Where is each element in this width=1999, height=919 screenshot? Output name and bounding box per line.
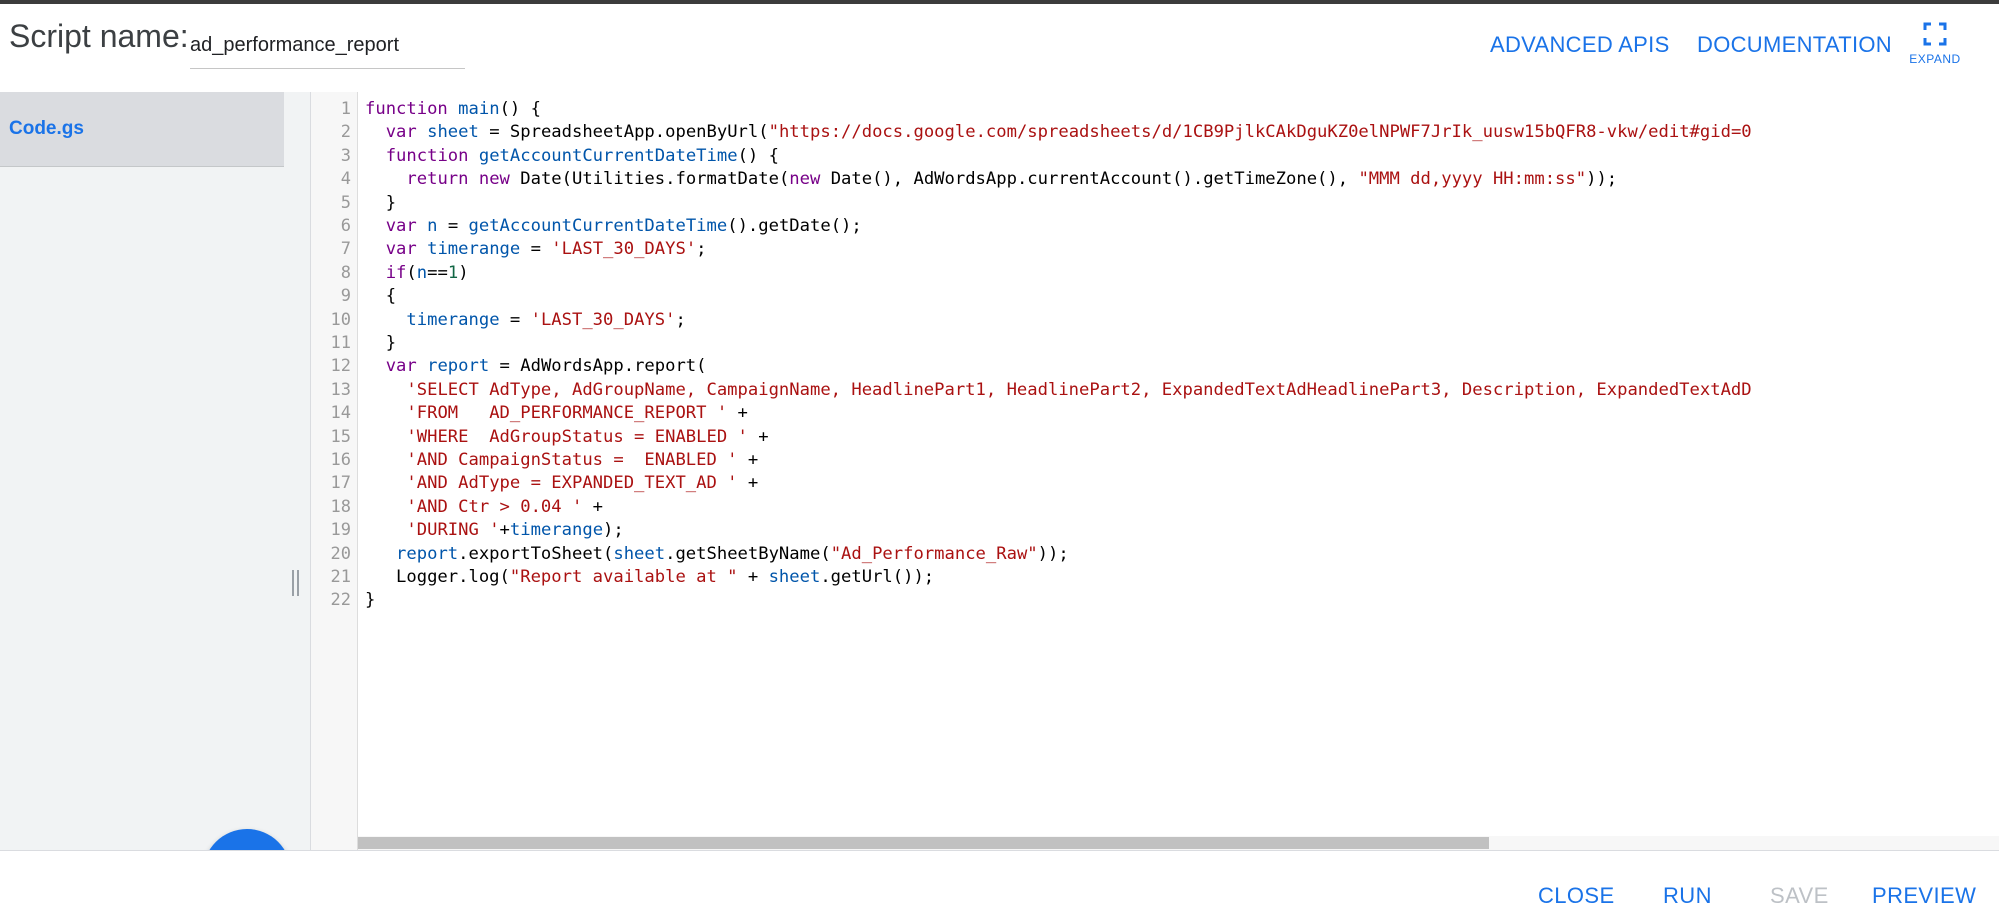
code-line[interactable]: Logger.log("Report available at " + shee…: [365, 566, 934, 589]
horizontal-scrollbar-thumb[interactable]: [358, 837, 1489, 849]
line-number: 19: [330, 520, 351, 541]
script-name-input[interactable]: ad_performance_report: [190, 28, 465, 69]
footer-bar: CLOSE RUN SAVE PREVIEW: [0, 850, 1999, 919]
code-line[interactable]: 'AND CampaignStatus = ENABLED ' +: [365, 449, 758, 472]
line-number: 22: [330, 590, 351, 611]
line-number: 3: [340, 145, 351, 166]
code-line[interactable]: report.exportToSheet(sheet.getSheetByNam…: [365, 543, 1069, 566]
expand-button[interactable]: EXPAND: [1905, 22, 1965, 66]
code-line[interactable]: 'AND Ctr > 0.04 ' +: [365, 496, 603, 519]
documentation-button[interactable]: DOCUMENTATION: [1697, 32, 1892, 58]
line-number: 9: [340, 286, 351, 307]
code-line[interactable]: 'DURING '+timerange);: [365, 519, 623, 542]
line-number: 2: [340, 122, 351, 143]
code-line[interactable]: 'WHERE AdGroupStatus = ENABLED ' +: [365, 426, 768, 449]
run-button[interactable]: RUN: [1663, 883, 1712, 909]
line-number-gutter: 1 2 3 4 5 6 7 8 9 10 11 12 13 14 15 16 17 18 19 20 21 22: [311, 92, 358, 850]
code-line[interactable]: function main() {: [365, 98, 541, 121]
line-number: 5: [340, 192, 351, 213]
code-line[interactable]: var timerange = 'LAST_30_DAYS';: [365, 238, 707, 261]
fullscreen-icon: [1923, 22, 1947, 46]
line-number: 13: [330, 379, 351, 400]
code-line[interactable]: }: [365, 332, 396, 355]
code-line[interactable]: }: [365, 589, 375, 612]
code-line[interactable]: {: [365, 285, 396, 308]
code-line[interactable]: return new Date(Utilities.formatDate(new…: [365, 168, 1617, 191]
line-number: 14: [330, 403, 351, 424]
code-line[interactable]: 'SELECT AdType, AdGroupName, CampaignNam…: [365, 379, 1751, 402]
preview-button[interactable]: PREVIEW: [1872, 883, 1976, 909]
code-line[interactable]: if(n==1): [365, 262, 469, 285]
line-number: 4: [340, 169, 351, 190]
file-item-label: Code.gs: [9, 118, 84, 139]
line-number: 15: [330, 426, 351, 447]
code-line[interactable]: 'AND AdType = EXPANDED_TEXT_AD ' +: [365, 472, 758, 495]
file-sidebar: Code.gs +: [0, 92, 311, 917]
code-line[interactable]: var sheet = SpreadsheetApp.openByUrl("ht…: [365, 121, 1752, 144]
line-number: 6: [340, 216, 351, 236]
sidebar-resize-handle[interactable]: [292, 570, 300, 596]
code-line[interactable]: 'FROM AD_PERFORMANCE_REPORT ' +: [365, 402, 747, 425]
line-number: 8: [340, 262, 351, 283]
file-item-code-gs[interactable]: Code.gs: [0, 92, 284, 167]
line-number: 17: [330, 473, 351, 494]
code-line[interactable]: function getAccountCurrentDateTime() {: [365, 145, 779, 168]
header-bar: Script name: ad_performance_report ADVAN…: [0, 4, 1999, 93]
code-editor[interactable]: 1 2 3 4 5 6 7 8 9 10 11 12 13 14 15 16 17 18 19 20 21 22 func…: [311, 92, 1999, 850]
advanced-apis-button[interactable]: ADVANCED APIS: [1490, 32, 1670, 58]
code-line[interactable]: var n = getAccountCurrentDateTime().getD…: [365, 215, 862, 238]
line-number: 20: [330, 543, 351, 564]
line-number: 1: [340, 99, 351, 119]
line-number: 21: [330, 567, 351, 587]
script-name-label: Script name:: [9, 18, 189, 54]
line-number: 7: [340, 239, 351, 260]
line-number: 18: [330, 496, 351, 517]
line-number: 12: [330, 356, 351, 377]
code-line[interactable]: var report = AdWordsApp.report(: [365, 355, 707, 378]
line-number: 11: [330, 333, 351, 353]
line-number: 10: [330, 309, 351, 330]
line-number: 16: [330, 450, 351, 470]
save-button[interactable]: SAVE: [1770, 883, 1829, 909]
close-button[interactable]: CLOSE: [1538, 883, 1615, 909]
expand-label: EXPAND: [1909, 52, 1961, 66]
code-line[interactable]: }: [365, 192, 396, 215]
code-line[interactable]: timerange = 'LAST_30_DAYS';: [365, 309, 685, 332]
